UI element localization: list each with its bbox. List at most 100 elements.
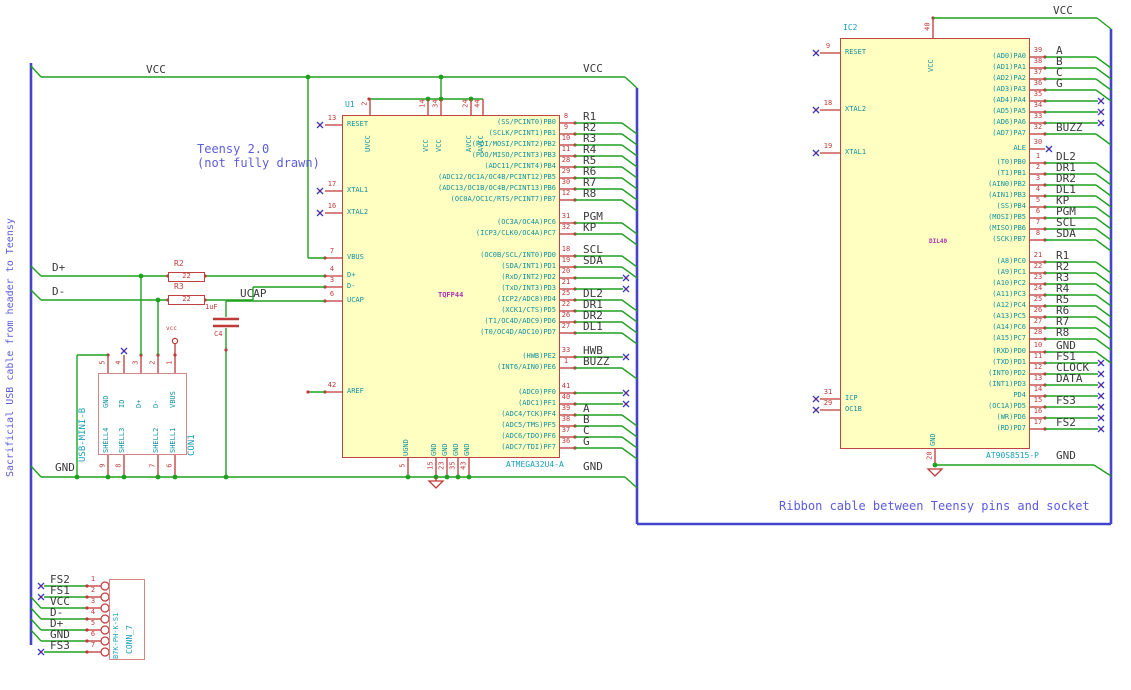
net-label-vcc-u1[interactable]: VCC [583,63,603,75]
pin-number: 2 [1035,163,1041,171]
wire [621,414,638,427]
wire [621,155,638,168]
pin-number: 11 [1033,352,1043,360]
no-connect-icon [1099,110,1103,114]
u1-reference[interactable]: U1 [345,100,355,109]
connector-pin-circle[interactable] [100,603,110,613]
no-connect-icon [39,584,43,588]
wire [621,255,638,268]
c4-reference[interactable]: C4 [214,330,222,338]
wire [1095,272,1112,285]
net-label[interactable]: FS2 [1056,417,1076,429]
pin-number: 16 [1033,407,1043,415]
connector-pin-circle[interactable] [100,636,110,646]
pin-number: 37 [1033,68,1043,76]
conn7-value[interactable]: B7K-PH-K-S1 [112,582,120,659]
net-label-dplus[interactable]: D+ [52,262,65,274]
net-label-gnd-u1[interactable]: GND [583,461,603,473]
pin-number: 7 [329,247,335,255]
net-label[interactable]: SDA [583,255,603,267]
pin-name: ALE [1013,144,1026,152]
pin-number: 37 [561,426,571,434]
net-label-ucap[interactable]: UCAP [240,288,267,300]
gnd-symbol-icon [427,480,445,489]
pin-number: 20 [561,267,571,275]
wire [1095,206,1112,219]
conn7-reference[interactable]: CONN_7 [125,588,134,654]
r2-reference[interactable]: R2 [174,259,184,268]
pin-number: 36 [1033,79,1043,87]
net-label[interactable]: SDA [1056,228,1076,240]
net-label[interactable]: G [1056,78,1063,90]
r3-reference[interactable]: R3 [174,282,184,291]
wire [1095,327,1112,340]
pin-number: 15 [426,461,435,470]
pin-number: 38 [561,415,571,423]
con1-value[interactable]: USB-MINI-B [78,358,88,462]
pin-number: 5 [90,619,96,627]
pin-number: 22 [1033,262,1043,270]
con1-reference[interactable]: CON1 [187,376,197,456]
connector-pin-circle[interactable] [100,625,110,635]
net-label[interactable]: DATA [1056,373,1083,385]
pin-number: 31 [823,388,833,396]
pin-name: (A9)PC1 [996,268,1026,276]
note-teensy-line1: Teensy 2.0 [197,142,270,156]
ic2-reference[interactable]: IC2 [843,23,857,32]
pin-number: 6 [1035,207,1041,215]
no-connect-icon [814,151,818,155]
pin-number: 6 [329,290,335,298]
pin-number: 41 [561,382,571,390]
net-label-dminus[interactable]: D- [52,286,65,298]
wire [1095,294,1112,307]
net-label[interactable]: FS3 [50,640,70,652]
wire [621,367,638,380]
pin-number: 9 [825,42,831,50]
no-connect-icon [814,108,818,112]
r3-value: 22 [182,295,191,303]
note-ribbon-cable: Ribbon cable between Teensy pins and soc… [779,499,1090,513]
net-label[interactable]: FS3 [1056,395,1076,407]
net-label-vcc-left[interactable]: VCC [146,64,166,76]
ic2-value[interactable]: AT90S8515-P [986,451,1039,460]
pin-name: (ICP2/ADC8)PD4 [496,295,556,303]
net-label[interactable]: R8 [583,188,596,200]
wire [621,310,638,323]
pin-name: (AD7)PA7 [992,129,1026,137]
net-label[interactable]: BUZZ [583,356,610,368]
connector-pin-circle[interactable] [100,581,110,591]
connector-pin-circle[interactable] [100,647,110,657]
connector-pin-circle[interactable] [100,614,110,624]
wire [1095,217,1112,230]
net-label[interactable]: DL1 [583,321,603,333]
pin-name: (ADC0)PF0 [518,388,556,396]
pin-name: (A13)PC5 [992,312,1026,320]
wire [1095,56,1112,69]
no-connect-icon [624,402,628,406]
pin-name: (ICP3/CLK0/OC4A)PC7 [475,229,556,237]
net-label-gnd-left[interactable]: GND [55,462,75,474]
connector-pin-circle[interactable] [100,592,110,602]
pin-number: 1 [90,575,96,583]
pin-name: (A15)PC7 [992,334,1026,342]
wire [1095,338,1112,351]
net-label[interactable]: BUZZ [1056,122,1083,134]
no-connect-icon [1099,405,1103,409]
wire [1095,78,1112,91]
net-label-gnd-ic2[interactable]: GND [1056,450,1076,462]
net-label-vcc-ic2[interactable]: VCC [1053,5,1073,17]
pin-number: 10 [1033,341,1043,349]
u1-value[interactable]: ATMEGA32U4-A [506,460,564,469]
pin-name: UCAP [347,296,364,304]
wire [621,188,638,201]
pin-number: 21 [561,278,571,286]
pin-name: (OC0A/OC1C/RTS/PCINT7)PB7 [450,195,556,203]
pin-name: (ADC5/TMS)PF5 [501,421,556,429]
pin-name: (T1/OC4D/ADC9)PD6 [484,317,556,325]
wire [621,166,638,179]
pin-number: 23 [1033,273,1043,281]
net-label[interactable]: R8 [1056,327,1069,339]
pin-number: 40 [561,393,571,401]
net-label[interactable]: KP [583,222,596,234]
net-label[interactable]: G [583,436,590,448]
